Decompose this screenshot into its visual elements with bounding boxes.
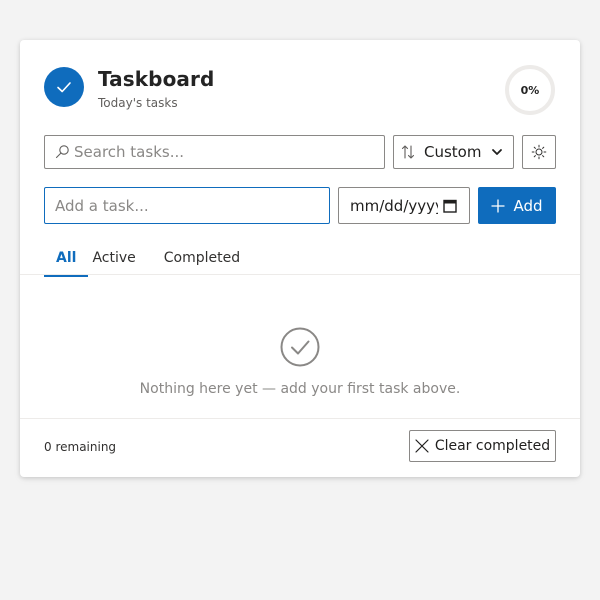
theme-toggle-button[interactable]: [522, 135, 556, 169]
tab-active[interactable]: Active: [92, 248, 135, 276]
search-input[interactable]: [74, 143, 364, 161]
sort-label: Custom: [424, 143, 482, 161]
app-title: Taskboard: [98, 67, 215, 91]
sort-arrows-icon: [401, 144, 415, 160]
progress-ring: 0%: [504, 64, 556, 116]
sort-select[interactable]: Custom: [393, 135, 514, 169]
filter-tabs: All Active Completed: [44, 248, 240, 277]
app-subtitle: Today's tasks: [98, 96, 178, 110]
plus-icon: [491, 198, 506, 213]
add-button-label: Add: [513, 196, 543, 215]
tab-all[interactable]: All: [44, 248, 89, 277]
due-date-input[interactable]: mm/dd/yyyy: [338, 187, 470, 224]
tab-completed[interactable]: Completed: [164, 248, 240, 276]
close-icon: [415, 439, 429, 453]
clear-completed-label: Clear completed: [434, 438, 551, 454]
progress-percent: 0%: [520, 83, 540, 97]
calendar-icon[interactable]: [443, 199, 457, 213]
divider: [20, 274, 580, 275]
new-task-input[interactable]: [44, 187, 330, 224]
search-box[interactable]: [44, 135, 385, 169]
add-task-button[interactable]: Add: [478, 187, 556, 224]
divider: [20, 418, 580, 419]
sun-icon: [531, 144, 547, 160]
taskboard-card: Taskboard Today's tasks 0% Custom: [20, 40, 580, 477]
empty-state-message: Nothing here yet — add your first task a…: [139, 381, 461, 397]
check-circle-icon: [280, 327, 320, 367]
date-placeholder: mm/dd/yyyy: [350, 196, 438, 215]
clear-completed-button[interactable]: Clear completed: [409, 430, 556, 462]
remaining-count: 0 remaining: [44, 440, 117, 454]
search-icon: [54, 144, 70, 160]
check-icon: [44, 67, 84, 107]
chevron-down-icon: [491, 147, 503, 157]
